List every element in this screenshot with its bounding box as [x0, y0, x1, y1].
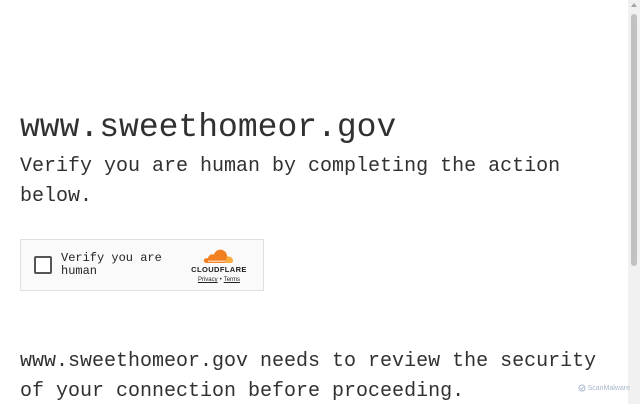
scrollbar-thumb[interactable] [631, 14, 637, 266]
cloudflare-branding: CLOUDFLARE Privacy • Terms [187, 248, 251, 284]
verify-checkbox-label[interactable]: Verify you are human [61, 252, 171, 278]
cloudflare-wordmark: CLOUDFLARE [191, 265, 247, 274]
cloudflare-links: Privacy • Terms [187, 276, 251, 284]
site-title: www.sweethomeor.gov [20, 109, 397, 146]
watermark-text: ScanMalware [587, 384, 630, 392]
link-separator: • [219, 277, 222, 283]
security-review-message: www.sweethomeor.gov needs to review the … [20, 350, 597, 403]
scroll-up-arrow-icon[interactable] [631, 3, 637, 7]
verify-instructions: Verify you are human by completing the a… [20, 155, 561, 208]
cloudflare-cloud-icon [203, 249, 234, 263]
vertical-scrollbar[interactable] [628, 0, 640, 404]
turnstile-widget: Verify you are human CLOUDFLARE Privacy •… [20, 239, 264, 291]
terms-link[interactable]: Terms [224, 277, 240, 283]
privacy-link[interactable]: Privacy [198, 277, 218, 283]
verify-checkbox[interactable] [34, 256, 52, 274]
scanmalware-watermark: ScanMalware [578, 384, 630, 392]
scanmalware-logo-icon [578, 384, 586, 392]
